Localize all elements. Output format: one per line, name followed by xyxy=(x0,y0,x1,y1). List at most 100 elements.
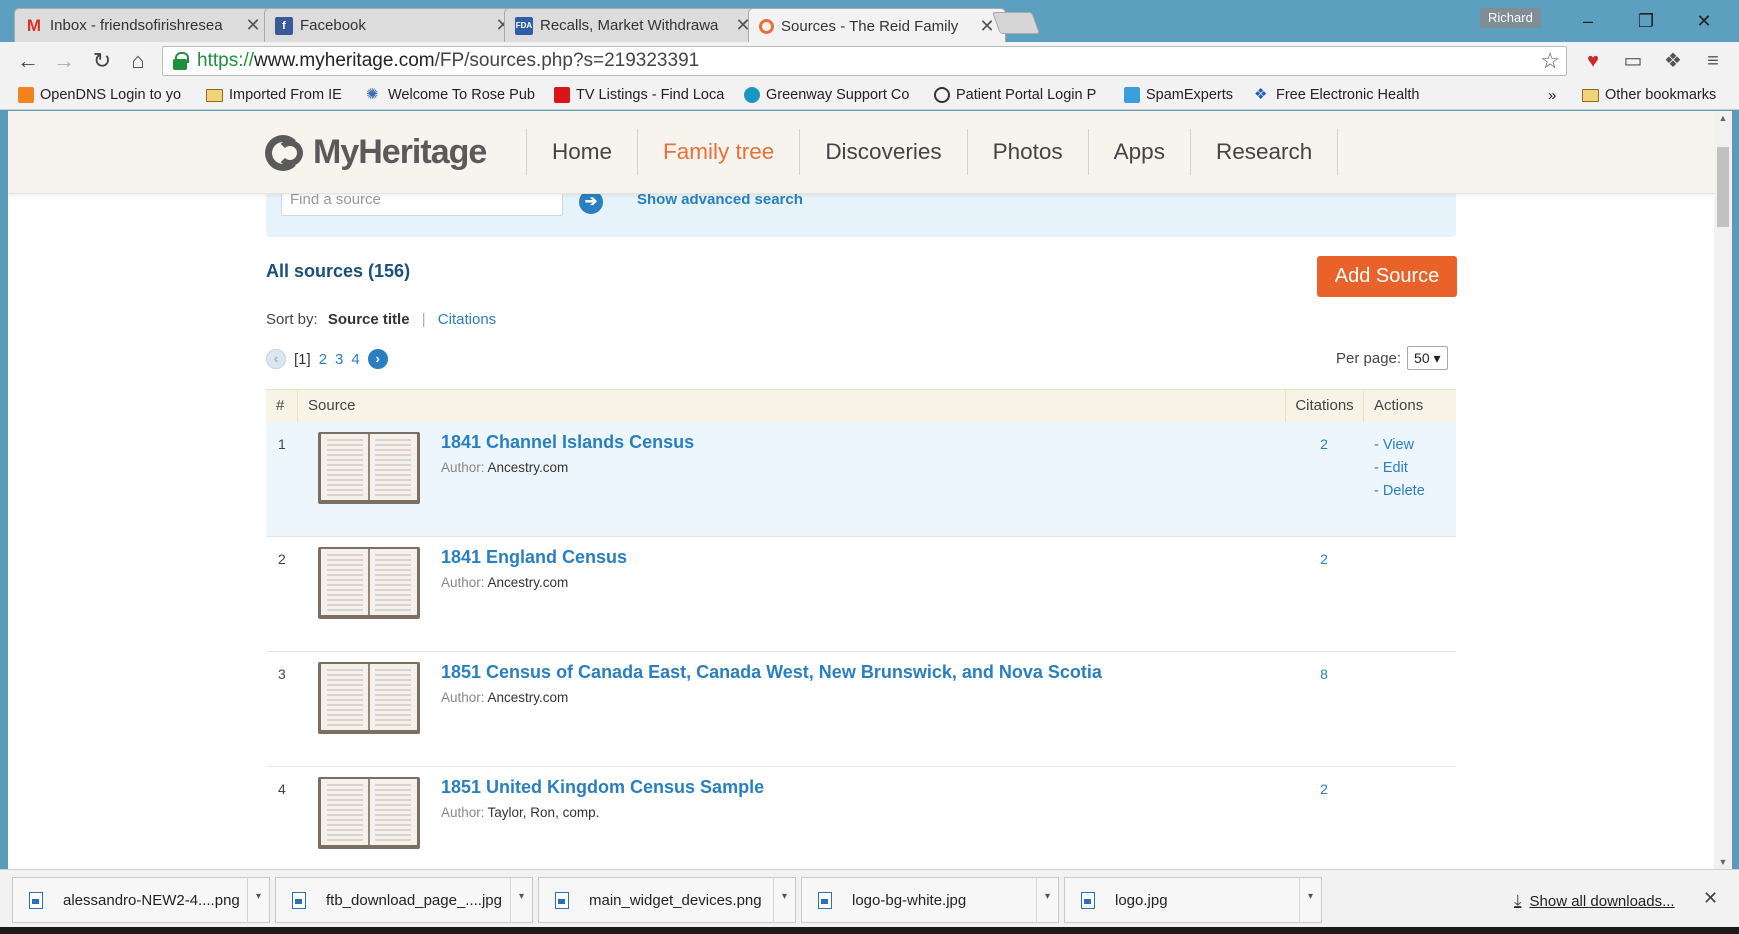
dropbox-extension-icon[interactable]: ❖ xyxy=(1659,47,1687,75)
bookmark-item[interactable]: SpamExperts xyxy=(1124,85,1244,105)
source-title-link[interactable]: 1841 Channel Islands Census xyxy=(441,432,694,453)
citation-count[interactable]: 2 xyxy=(1314,551,1334,567)
url-path: /FP/sources.php?s=219323391 xyxy=(434,50,700,71)
scroll-down-icon[interactable]: ▼ xyxy=(1714,857,1732,867)
bookmark-folder[interactable]: Imported From IE xyxy=(206,85,354,105)
tab-sources[interactable]: Sources - The Reid Family ✕ xyxy=(748,8,1006,43)
nav-research[interactable]: Research xyxy=(1189,129,1339,175)
nav-apps[interactable]: Apps xyxy=(1087,129,1190,175)
download-item[interactable]: main_widget_devices.png ▾ xyxy=(538,877,796,923)
edit-link[interactable]: - Edit xyxy=(1374,457,1425,480)
row-number: 2 xyxy=(278,551,286,567)
download-filename: logo-bg-white.jpg xyxy=(852,891,967,909)
download-item[interactable]: alessandro-NEW2-4....png ▾ xyxy=(12,877,270,923)
close-shelf-icon[interactable]: ✕ xyxy=(1703,888,1718,909)
sort-current: Source title xyxy=(327,311,410,328)
table-row: 2 1841 England Census Author: Ancestry.co… xyxy=(266,537,1456,652)
prev-page-icon[interactable]: ‹ xyxy=(266,349,286,369)
new-tab-button[interactable] xyxy=(991,12,1041,34)
col-num: # xyxy=(266,390,298,422)
bookmarks-overflow-icon[interactable]: » xyxy=(1548,85,1556,105)
source-title-link[interactable]: 1841 England Census xyxy=(441,547,627,568)
page-link[interactable]: 2 xyxy=(319,351,327,368)
page-scrollbar[interactable]: ▲ ▼ xyxy=(1714,111,1732,869)
author-label: Author: xyxy=(441,690,485,705)
tab-facebook[interactable]: f Facebook ✕ xyxy=(264,8,522,42)
download-filename: ftb_download_page_....jpg xyxy=(326,891,502,909)
view-link[interactable]: - View xyxy=(1374,434,1425,457)
browser-toolbar: ← → ↻ ⌂ https://www.myheritage.com/FP/so… xyxy=(0,42,1739,80)
back-arrow-icon[interactable]: ← xyxy=(14,47,42,75)
source-author: Author: Ancestry.com xyxy=(441,575,568,590)
address-bar[interactable]: https://www.myheritage.com/FP/sources.ph… xyxy=(162,46,1567,76)
bookmark-item[interactable]: Patient Portal Login P xyxy=(934,85,1110,105)
close-window-button[interactable]: ✕ xyxy=(1684,8,1724,34)
profile-button[interactable]: Richard xyxy=(1480,8,1541,28)
show-all-label: Show all downloads... xyxy=(1529,892,1675,910)
download-menu-icon[interactable]: ▾ xyxy=(247,877,269,923)
download-arrow-icon: ⤓ xyxy=(1514,891,1522,910)
nav-home[interactable]: Home xyxy=(526,129,637,175)
nav-family-tree[interactable]: Family tree xyxy=(637,129,799,175)
myheritage-logo[interactable]: MyHeritage xyxy=(265,133,487,172)
minimize-button[interactable]: – xyxy=(1568,8,1608,34)
main-nav: Home Family tree Discoveries Photos Apps… xyxy=(526,129,1339,175)
per-page-select[interactable]: 50 ▾ xyxy=(1407,346,1448,370)
add-source-button[interactable]: Add Source xyxy=(1317,256,1457,297)
reload-icon[interactable]: ↻ xyxy=(88,47,116,75)
download-menu-icon[interactable]: ▾ xyxy=(773,877,795,923)
tab-fda[interactable]: FDA Recalls, Market Withdrawa ✕ xyxy=(504,8,762,42)
download-menu-icon[interactable]: ▾ xyxy=(510,877,532,923)
citation-count[interactable]: 8 xyxy=(1314,666,1334,682)
citation-count[interactable]: 2 xyxy=(1314,436,1334,452)
source-title-link[interactable]: 1851 United Kingdom Census Sample xyxy=(441,777,764,798)
download-item[interactable]: logo-bg-white.jpg ▾ xyxy=(801,877,1059,923)
delete-link[interactable]: - Delete xyxy=(1374,480,1425,503)
bookmark-item[interactable]: ✺ Welcome To Rose Pub xyxy=(366,85,538,105)
dropbox-icon: ❖ xyxy=(1254,86,1268,103)
bookmark-item[interactable]: Greenway Support Co xyxy=(744,85,920,105)
tab-gmail[interactable]: M Inbox - friendsofirishresea ✕ xyxy=(14,8,272,42)
sort-controls: Sort by: Source title | Citations xyxy=(266,311,496,328)
logo-text: MyHeritage xyxy=(313,133,487,171)
download-item[interactable]: ftb_download_page_....jpg ▾ xyxy=(275,877,533,923)
next-page-icon[interactable]: › xyxy=(367,349,388,369)
close-tab-icon[interactable]: ✕ xyxy=(245,15,261,36)
download-menu-icon[interactable]: ▾ xyxy=(1036,877,1058,923)
close-tab-icon[interactable]: ✕ xyxy=(979,16,995,37)
url-scheme: https:// xyxy=(197,50,255,71)
author-label: Author: xyxy=(441,805,485,820)
menu-icon[interactable]: ≡ xyxy=(1699,47,1727,75)
source-title-link[interactable]: 1851 Census of Canada East, Canada West,… xyxy=(441,662,1102,683)
bookmark-label: TV Listings - Find Loca xyxy=(576,87,725,103)
nav-photos[interactable]: Photos xyxy=(966,129,1088,175)
other-bookmarks[interactable]: Other bookmarks xyxy=(1582,85,1716,105)
bookmark-star-icon[interactable]: ☆ xyxy=(1540,47,1560,75)
show-all-downloads-link[interactable]: ⤓ Show all downloads... xyxy=(1514,891,1675,911)
sort-by-citations-link[interactable]: Citations xyxy=(438,311,496,328)
page-link[interactable]: 3 xyxy=(335,351,343,368)
restore-button[interactable]: ❐ xyxy=(1626,8,1666,34)
scroll-up-icon[interactable]: ▲ xyxy=(1714,113,1732,123)
bookmark-item[interactable]: TV Listings - Find Loca xyxy=(554,85,730,105)
bookmark-label: OpenDNS Login to yo xyxy=(40,87,182,103)
forward-arrow-icon[interactable]: → xyxy=(50,47,78,75)
lock-icon xyxy=(173,52,189,70)
scrollbar-thumb[interactable] xyxy=(1717,147,1729,227)
cast-icon[interactable]: ▭ xyxy=(1619,47,1647,75)
page-link[interactable]: 4 xyxy=(351,351,359,368)
citation-count[interactable]: 2 xyxy=(1314,781,1334,797)
bookmark-item[interactable]: OpenDNS Login to yo xyxy=(18,85,190,105)
other-bookmarks-label: Other bookmarks xyxy=(1605,87,1717,103)
salesforce-icon xyxy=(744,87,760,103)
facebook-icon: f xyxy=(275,16,293,35)
nav-discoveries[interactable]: Discoveries xyxy=(799,129,966,175)
heart-extension-icon[interactable]: ♥ xyxy=(1579,47,1607,75)
folder-icon xyxy=(1582,88,1599,102)
table-row: 1 1841 Channel Islands Census Author: Anc… xyxy=(266,422,1456,537)
bookmark-label: Imported From IE xyxy=(229,87,342,103)
home-icon[interactable]: ⌂ xyxy=(124,47,152,75)
download-item[interactable]: logo.jpg ▾ xyxy=(1064,877,1322,923)
bookmark-item[interactable]: ❖ Free Electronic Health xyxy=(1254,85,1426,105)
download-menu-icon[interactable]: ▾ xyxy=(1299,877,1321,923)
